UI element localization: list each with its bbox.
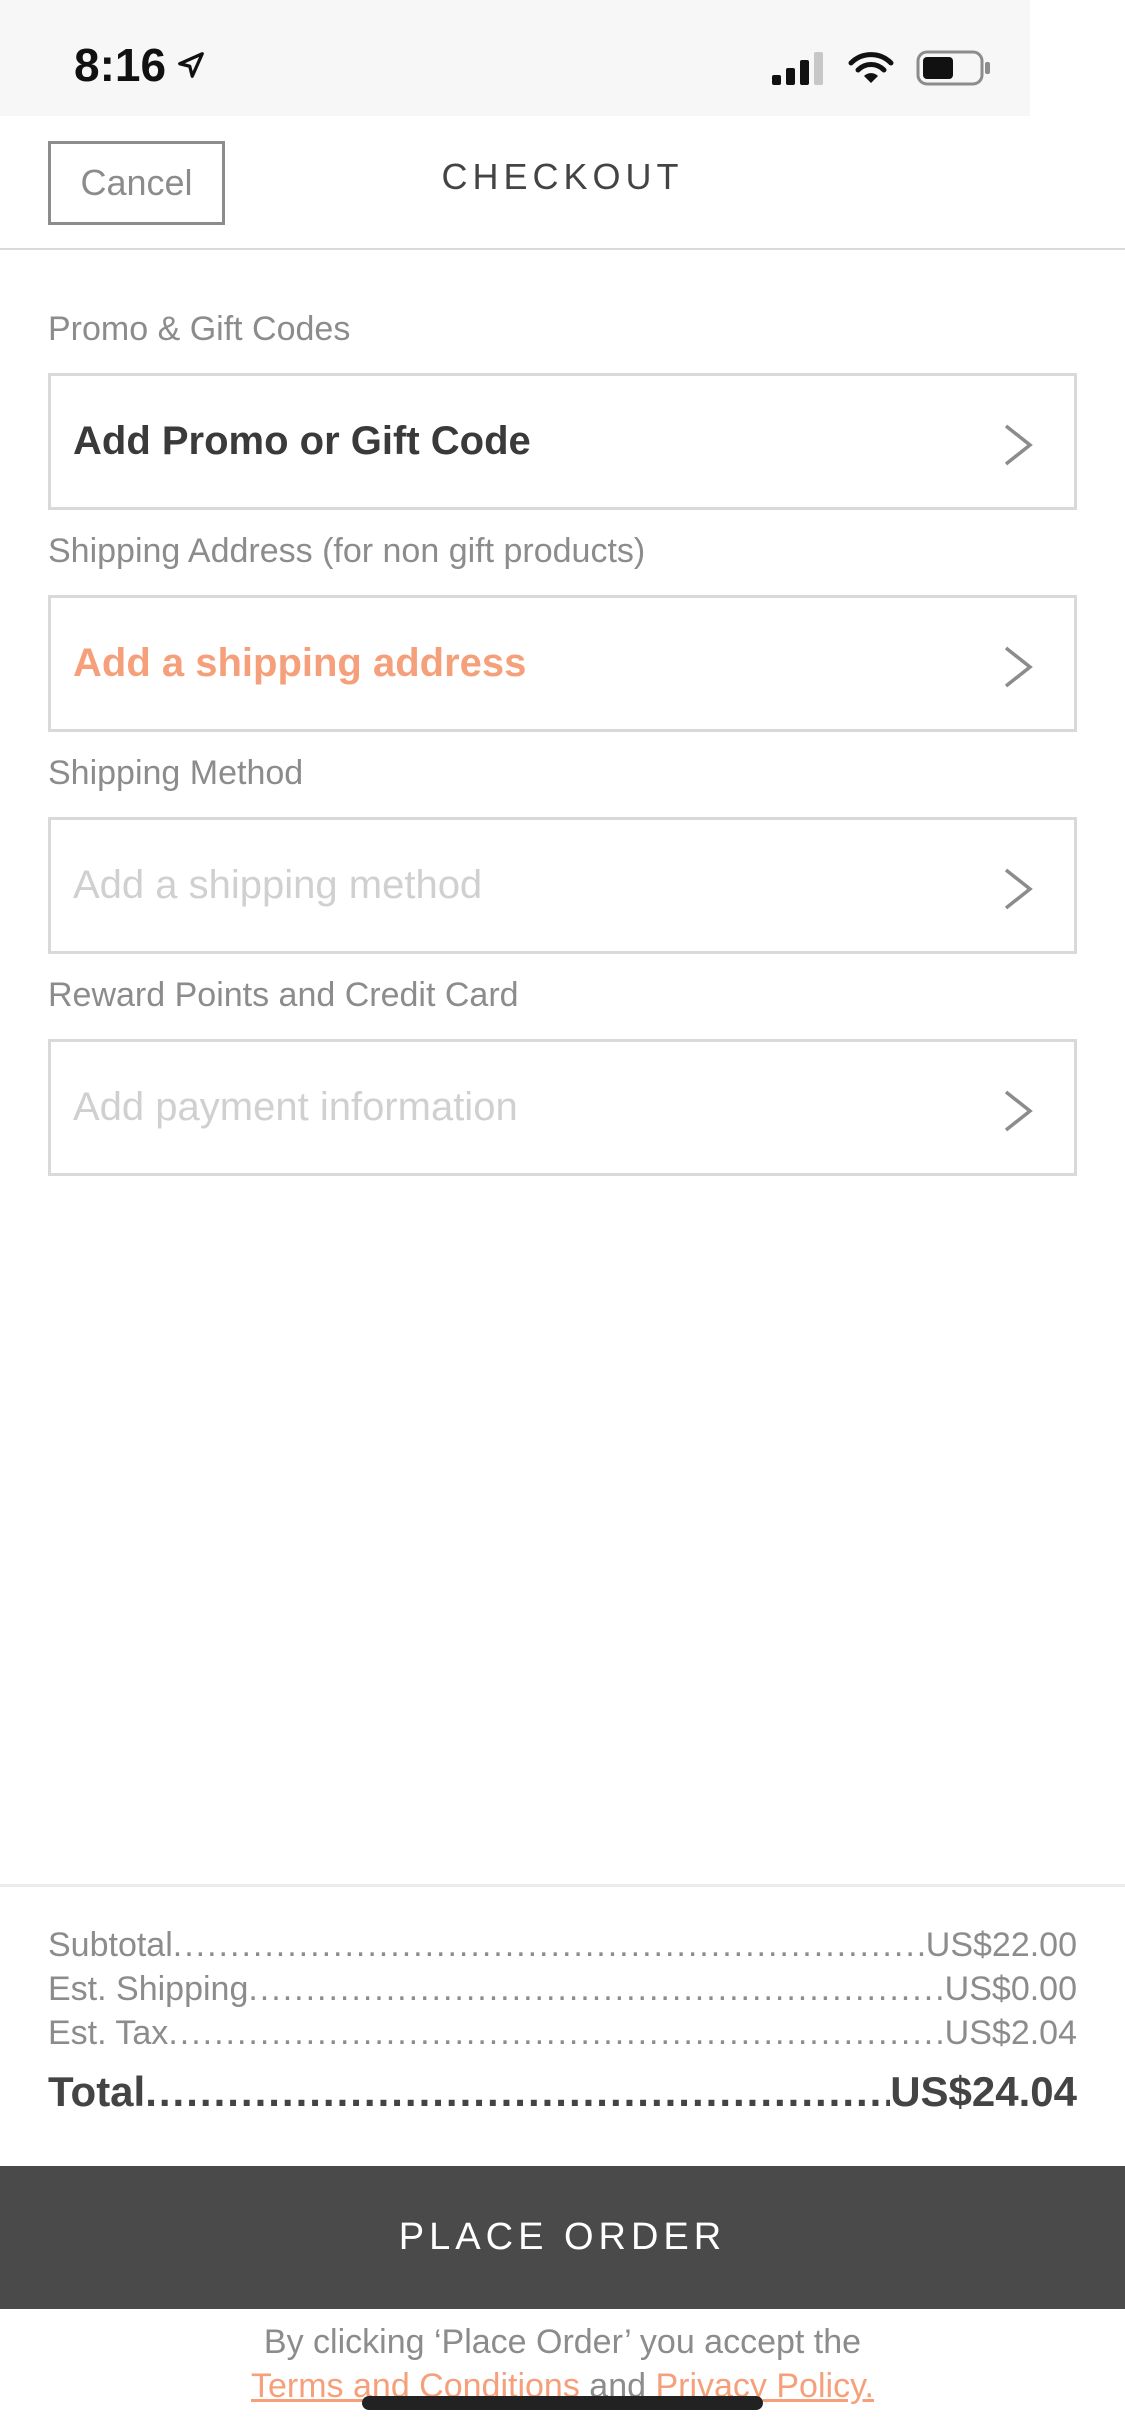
- dot-leader: [248, 1970, 944, 2009]
- shipping-cost-row: Est. Shipping US$0.00: [48, 1970, 1077, 2009]
- checkout-header: Cancel CHECKOUT: [0, 116, 1125, 250]
- total-value: US$24.04: [890, 2068, 1077, 2115]
- battery-icon: [916, 50, 990, 86]
- payment-info-field[interactable]: Add payment information: [48, 1039, 1077, 1176]
- time-text: 8:16: [74, 39, 167, 91]
- total-label: Total: [48, 2068, 146, 2115]
- place-order-button[interactable]: PLACE ORDER: [0, 2166, 1125, 2309]
- status-time: 8:16: [74, 38, 206, 92]
- subtotal-value: US$22.00: [925, 1926, 1077, 1964]
- legal-notice: By clicking ‘Place Order’ you accept the…: [0, 2320, 1125, 2408]
- payment-section-label: Reward Points and Credit Card: [48, 976, 519, 1014]
- shipping-cost-value: US$0.00: [944, 1970, 1077, 2008]
- shipping-method-label: Shipping Method: [48, 754, 304, 792]
- chevron-right-icon: [1004, 1090, 1033, 1132]
- shipping-cost-label: Est. Shipping: [48, 1970, 249, 2008]
- dot-leader: [168, 2014, 944, 2053]
- tax-label: Est. Tax: [48, 2014, 169, 2052]
- promo-code-text: Add Promo or Gift Code: [73, 419, 531, 463]
- shipping-address-text: Add a shipping address: [73, 641, 527, 685]
- total-row: Total US$24.04: [48, 2068, 1077, 2116]
- subtotal-label: Subtotal: [48, 1926, 173, 1964]
- checkout-screen: 8:16 Cancel CHECKOUT Promo & Gift Codes …: [0, 0, 1125, 2436]
- status-icons: [772, 50, 992, 86]
- tax-value: US$2.04: [944, 2014, 1077, 2052]
- shipping-method-field[interactable]: Add a shipping method: [48, 817, 1077, 954]
- tax-row: Est. Tax US$2.04: [48, 2014, 1077, 2053]
- dot-leader: [145, 2068, 890, 2116]
- totals-divider: [0, 1884, 1125, 1887]
- chevron-right-icon: [1004, 424, 1033, 466]
- wifi-icon: [848, 52, 894, 83]
- home-indicator[interactable]: [362, 2396, 763, 2410]
- cellular-signal-icon: [772, 52, 823, 85]
- chevron-right-icon: [1004, 646, 1033, 688]
- promo-section-label: Promo & Gift Codes: [48, 310, 351, 348]
- promo-code-field[interactable]: Add Promo or Gift Code: [48, 373, 1077, 510]
- payment-info-placeholder: Add payment information: [73, 1085, 518, 1129]
- chevron-right-icon: [1004, 868, 1033, 910]
- shipping-method-placeholder: Add a shipping method: [73, 863, 483, 907]
- page-title: CHECKOUT: [441, 156, 684, 197]
- shipping-address-label: Shipping Address (for non gift products): [48, 532, 646, 570]
- dot-leader: [173, 1926, 926, 1965]
- location-arrow-icon: [178, 52, 204, 78]
- subtotal-row: Subtotal US$22.00: [48, 1926, 1077, 1965]
- status-bar: 8:16: [0, 0, 1030, 116]
- legal-prefix: By clicking ‘Place Order’ you accept the: [263, 2323, 862, 2361]
- shipping-address-field[interactable]: Add a shipping address: [48, 595, 1077, 732]
